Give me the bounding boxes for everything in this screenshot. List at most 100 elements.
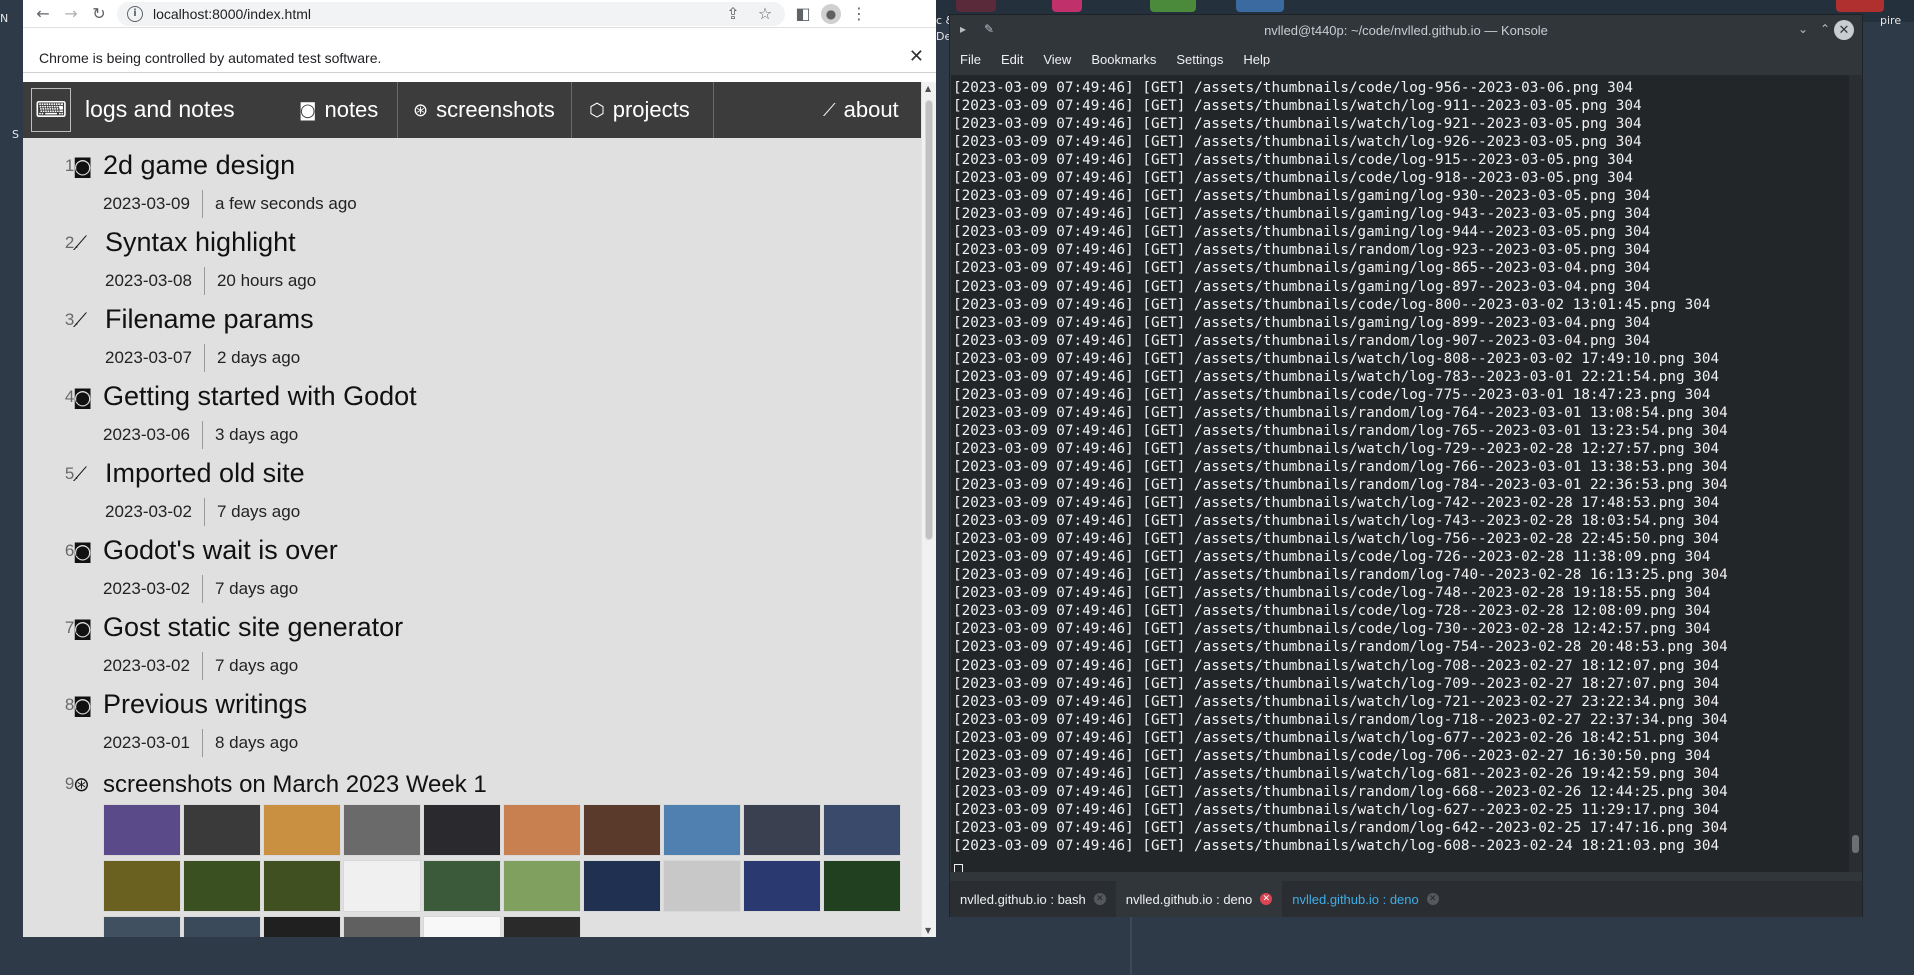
nav-screenshots[interactable]: ⊛ screenshots bbox=[413, 82, 555, 138]
close-window-icon[interactable]: ✕ bbox=[1834, 20, 1854, 40]
post-title-link[interactable]: 2d game design bbox=[103, 150, 295, 181]
menu-edit[interactable]: Edit bbox=[1001, 52, 1023, 67]
share-icon[interactable]: ⇪ bbox=[717, 0, 749, 28]
post-ago: 3 days ago bbox=[214, 425, 299, 444]
infobar-message: Chrome is being controlled by automated … bbox=[39, 49, 382, 66]
tab-deno-active[interactable]: nvlled.github.io : deno ✕ bbox=[1115, 881, 1283, 917]
screenshot-thumbnail[interactable] bbox=[503, 916, 581, 937]
screenshot-thumbnail[interactable] bbox=[103, 804, 181, 856]
screenshot-thumbnail[interactable] bbox=[103, 916, 181, 937]
address-bar[interactable]: i localhost:8000/index.html ⇪ ☆ bbox=[117, 0, 785, 28]
bookmark-star-icon[interactable]: ☆ bbox=[749, 0, 781, 28]
forward-icon[interactable]: → bbox=[57, 0, 85, 28]
screenshot-thumbnail[interactable] bbox=[343, 860, 421, 912]
back-icon[interactable]: ← bbox=[29, 0, 57, 28]
infobar-close-icon[interactable]: ✕ bbox=[909, 46, 924, 67]
screenshot-thumbnail[interactable] bbox=[183, 916, 261, 937]
page-scrollbar[interactable]: ▲ ▼ bbox=[921, 82, 936, 937]
window-menu-icon[interactable]: ▸ bbox=[960, 22, 966, 36]
terminal-scrollbar-thumb[interactable] bbox=[1852, 835, 1859, 853]
scrollbar-thumb[interactable] bbox=[925, 100, 933, 540]
menu-bookmarks[interactable]: Bookmarks bbox=[1091, 52, 1156, 67]
reload-icon[interactable]: ↻ bbox=[85, 0, 113, 28]
tab-deno[interactable]: nvlled.github.io : deno ✕ bbox=[1282, 881, 1448, 917]
terminal-line: [2023-03-09 07:49:46] [GET] /assets/thum… bbox=[953, 531, 1720, 548]
side-panel-icon[interactable]: ◧ bbox=[789, 0, 817, 28]
url-text[interactable]: localhost:8000/index.html bbox=[153, 6, 311, 22]
nav-projects[interactable]: ⬡ projects bbox=[589, 82, 690, 138]
screenshot-thumbnail[interactable] bbox=[183, 804, 261, 856]
screenshot-thumbnail[interactable] bbox=[503, 860, 581, 912]
terminal-line: [2023-03-09 07:49:46] [GET] /assets/thum… bbox=[953, 350, 1720, 367]
screenshot-thumbnail[interactable] bbox=[503, 804, 581, 856]
menu-help[interactable]: Help bbox=[1243, 52, 1270, 67]
screenshot-thumbnail[interactable] bbox=[583, 860, 661, 912]
taskbar-item[interactable] bbox=[1150, 0, 1196, 12]
screenshot-thumbnail[interactable] bbox=[823, 804, 901, 856]
screenshot-thumbnail[interactable] bbox=[263, 916, 341, 937]
menu-settings[interactable]: Settings bbox=[1176, 52, 1223, 67]
nav-notes[interactable]: ◙ notes bbox=[299, 82, 378, 138]
about-icon: ⟋ bbox=[73, 231, 87, 255]
terminal-line: [2023-03-09 07:49:46] [GET] /assets/thum… bbox=[953, 711, 1728, 728]
nav-about[interactable]: ⟋ about bbox=[823, 82, 899, 138]
post-title-link[interactable]: Previous writings bbox=[103, 689, 307, 720]
terminal-line: [2023-03-09 07:49:46] [GET] /assets/thum… bbox=[953, 458, 1728, 475]
screenshot-thumbnail[interactable] bbox=[823, 860, 901, 912]
pin-icon[interactable]: ✎ bbox=[984, 22, 994, 36]
post-title-link[interactable]: Godot's wait is over bbox=[103, 535, 338, 566]
post-date: 2023-03-08 bbox=[105, 271, 192, 290]
screenshot-thumbnail[interactable] bbox=[263, 860, 341, 912]
konsole-titlebar[interactable]: ▸ ✎ nvlled@t440p: ~/code/nvlled.github.i… bbox=[950, 15, 1862, 45]
screenshot-thumbnail[interactable] bbox=[743, 804, 821, 856]
screenshot-thumbnail[interactable] bbox=[343, 916, 421, 937]
post-title-link[interactable]: Syntax highlight bbox=[105, 227, 296, 258]
scroll-up-icon[interactable]: ▲ bbox=[925, 84, 931, 93]
terminal-line: [2023-03-09 07:49:46] [GET] /assets/thum… bbox=[953, 260, 1651, 277]
taskbar-item[interactable] bbox=[1836, 0, 1884, 12]
screenshot-thumbnail[interactable] bbox=[183, 860, 261, 912]
tab-close-icon[interactable]: ✕ bbox=[1260, 893, 1273, 905]
site-info-icon[interactable]: i bbox=[127, 5, 143, 22]
taskbar-item[interactable] bbox=[1236, 0, 1284, 12]
site-brand-link[interactable]: logs and notes bbox=[85, 96, 235, 123]
screenshot-thumbnail[interactable] bbox=[103, 860, 181, 912]
screenshot-thumbnail[interactable] bbox=[583, 804, 661, 856]
screenshot-thumbnail[interactable] bbox=[663, 804, 741, 856]
post-ago: 8 days ago bbox=[214, 733, 299, 752]
menu-file[interactable]: File bbox=[960, 52, 981, 67]
screenshot-thumbnail[interactable] bbox=[343, 804, 421, 856]
menu-view[interactable]: View bbox=[1043, 52, 1071, 67]
tab-close-icon[interactable]: ✕ bbox=[1093, 893, 1106, 905]
screenshot-thumbnail[interactable] bbox=[423, 804, 501, 856]
post-title-link[interactable]: Getting started with Godot bbox=[103, 381, 417, 412]
maximize-icon[interactable]: ⌃ bbox=[1820, 22, 1830, 36]
terminal-line: [2023-03-09 07:49:46] [GET] /assets/thum… bbox=[953, 747, 1711, 764]
keyboard-icon[interactable]: ⌨ bbox=[31, 88, 71, 132]
taskbar-item[interactable] bbox=[956, 0, 996, 12]
screenshot-thumbnail[interactable] bbox=[743, 860, 821, 912]
minimize-icon[interactable]: ⌄ bbox=[1798, 22, 1808, 36]
screenshot-thumbnail[interactable] bbox=[423, 860, 501, 912]
tab-bash[interactable]: nvlled.github.io : bash ✕ bbox=[950, 881, 1116, 917]
taskbar-item[interactable] bbox=[1052, 0, 1082, 12]
terminal-line: [2023-03-09 07:49:46] [GET] /assets/thum… bbox=[953, 242, 1651, 259]
projects-icon: ⬡ bbox=[589, 99, 605, 121]
scroll-down-icon[interactable]: ▼ bbox=[925, 926, 931, 935]
notes-icon: ◙ bbox=[73, 539, 93, 563]
screenshot-thumbnail[interactable] bbox=[263, 804, 341, 856]
profile-button[interactable]: ● bbox=[817, 0, 845, 28]
tab-close-icon[interactable]: ✕ bbox=[1426, 893, 1439, 905]
post-title-link[interactable]: Gost static site generator bbox=[103, 612, 403, 643]
terminal-output[interactable]: [2023-03-09 07:49:46] [GET] /assets/thum… bbox=[951, 75, 1851, 872]
post-title-link[interactable]: screenshots on March 2023 Week 1 bbox=[103, 771, 487, 799]
chrome-menu-icon[interactable]: ⋮ bbox=[845, 0, 873, 28]
screenshot-thumbnail[interactable] bbox=[423, 916, 501, 937]
terminal-line: [2023-03-09 07:49:46] [GET] /assets/thum… bbox=[953, 567, 1728, 584]
terminal-line: [2023-03-09 07:49:46] [GET] /assets/thum… bbox=[953, 585, 1711, 602]
terminal-scrollbar[interactable] bbox=[1849, 75, 1862, 872]
screenshots-icon: ⊛ bbox=[73, 772, 90, 796]
post-title-link[interactable]: Filename params bbox=[105, 304, 314, 335]
screenshot-thumbnail[interactable] bbox=[663, 860, 741, 912]
post-title-link[interactable]: Imported old site bbox=[105, 458, 305, 489]
